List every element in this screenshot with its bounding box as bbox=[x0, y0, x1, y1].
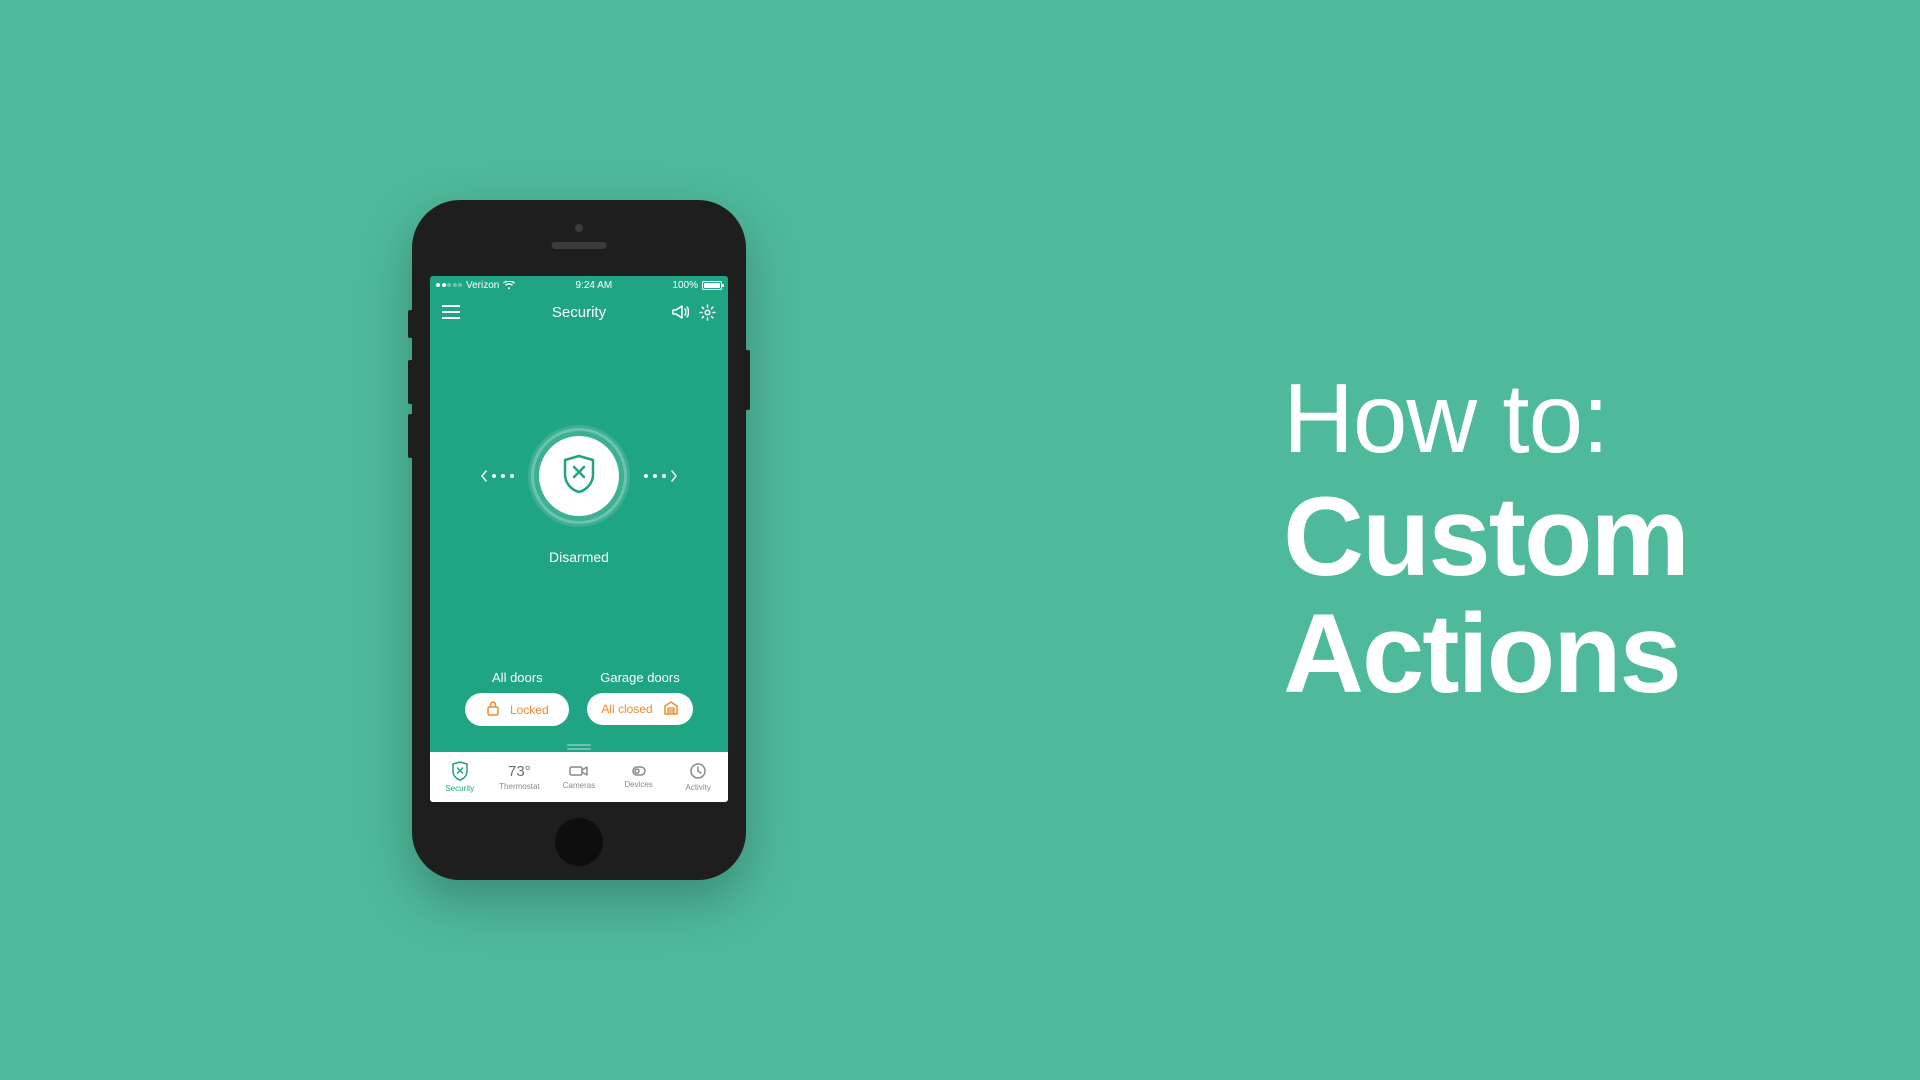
arm-next[interactable] bbox=[644, 470, 678, 482]
cellular-signal-icon bbox=[436, 283, 462, 287]
phone-home-button[interactable] bbox=[555, 818, 603, 866]
main-area: Disarmed bbox=[430, 330, 728, 670]
arm-control-carousel bbox=[480, 425, 678, 527]
wifi-icon bbox=[503, 281, 515, 290]
garage-icon bbox=[663, 700, 679, 718]
announce-icon[interactable] bbox=[671, 304, 689, 320]
headline-line1: How to: bbox=[1283, 367, 1688, 470]
phone-power-button bbox=[746, 350, 750, 410]
temperature-reading: 73° bbox=[508, 764, 531, 779]
headline-line3: Actions bbox=[1283, 595, 1688, 713]
door-row: All doors Locked Garage doors All closed bbox=[430, 670, 728, 740]
chevron-left-icon bbox=[480, 470, 488, 482]
dots-right-icon bbox=[644, 474, 666, 478]
status-left: Verizon bbox=[436, 280, 515, 291]
clock-icon bbox=[689, 762, 707, 780]
doors-locked-pill[interactable]: Locked bbox=[465, 693, 569, 726]
tab-thermostat[interactable]: 73° Thermostat bbox=[490, 752, 550, 802]
tab-activity[interactable]: Activity bbox=[668, 752, 728, 802]
stage: Verizon 9:24 AM 100% bbox=[192, 108, 1728, 972]
tab-label: Security bbox=[445, 784, 474, 793]
carrier-label: Verizon bbox=[466, 280, 499, 291]
dots-left-icon bbox=[492, 474, 514, 478]
door-group-title: Garage doors bbox=[600, 670, 680, 685]
arm-prev[interactable] bbox=[480, 470, 514, 482]
arm-button[interactable] bbox=[528, 425, 630, 527]
battery-icon bbox=[702, 281, 722, 290]
drag-handle-icon[interactable] bbox=[567, 744, 591, 746]
tab-bar: Security 73° Thermostat Cameras Devi bbox=[430, 752, 728, 802]
camera-icon bbox=[569, 764, 589, 778]
phone-frame: Verizon 9:24 AM 100% bbox=[412, 200, 746, 880]
shield-x-icon bbox=[451, 761, 469, 781]
status-time: 9:24 AM bbox=[576, 280, 613, 291]
headline-line2: Custom bbox=[1283, 478, 1688, 596]
status-bar: Verizon 9:24 AM 100% bbox=[430, 276, 728, 294]
garage-closed-pill[interactable]: All closed bbox=[587, 693, 692, 725]
door-group-all: All doors Locked bbox=[465, 670, 569, 726]
tab-label: Thermostat bbox=[499, 782, 539, 791]
phone-mute-switch bbox=[408, 310, 412, 338]
tab-cameras[interactable]: Cameras bbox=[549, 752, 609, 802]
lock-icon bbox=[486, 700, 500, 719]
headline: How to: Custom Actions bbox=[1283, 367, 1688, 713]
tab-label: Devices bbox=[624, 780, 652, 789]
door-group-garage: Garage doors All closed bbox=[587, 670, 692, 726]
phone-earpiece-speaker bbox=[552, 242, 607, 249]
hamburger-menu-icon[interactable] bbox=[442, 305, 460, 319]
pill-label: All closed bbox=[601, 702, 652, 716]
battery-percent: 100% bbox=[672, 280, 698, 291]
pill-label: Locked bbox=[510, 703, 549, 717]
phone-volume-up bbox=[408, 360, 412, 404]
status-right: 100% bbox=[672, 280, 722, 291]
gear-icon[interactable] bbox=[699, 304, 716, 321]
tab-devices[interactable]: Devices bbox=[609, 752, 669, 802]
app-screen: Verizon 9:24 AM 100% bbox=[430, 276, 728, 802]
chevron-right-icon bbox=[670, 470, 678, 482]
tab-label: Activity bbox=[686, 783, 711, 792]
phone-front-camera bbox=[575, 224, 583, 232]
device-icon bbox=[629, 765, 649, 777]
tab-label: Cameras bbox=[563, 781, 595, 790]
nav-bar: Security bbox=[430, 294, 728, 330]
door-group-title: All doors bbox=[492, 670, 543, 685]
phone-volume-down bbox=[408, 414, 412, 458]
page-title: Security bbox=[552, 304, 606, 321]
arm-status-label: Disarmed bbox=[549, 549, 609, 565]
tab-security[interactable]: Security bbox=[430, 752, 490, 802]
